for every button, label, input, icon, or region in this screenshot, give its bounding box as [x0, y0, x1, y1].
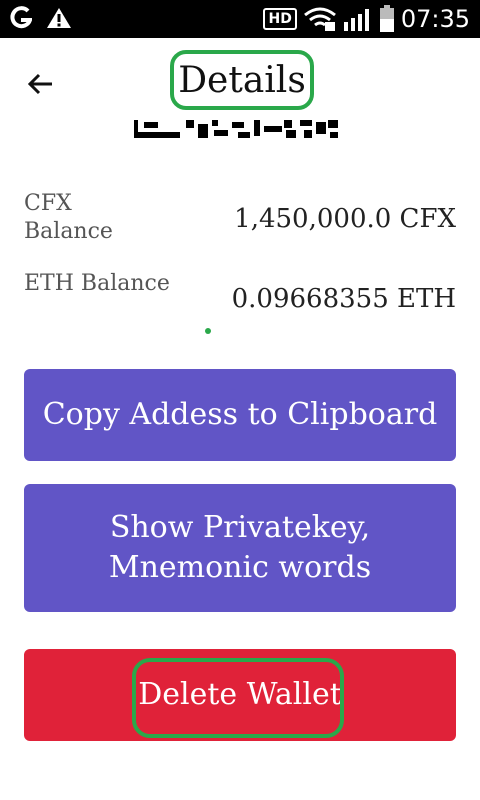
app-header: Details [0, 38, 480, 122]
clock: 07:35 [400, 5, 470, 33]
page-title-container: Details [170, 50, 314, 110]
eth-balance-value: 0.09668355 ETH [231, 284, 456, 314]
signal-icon [343, 9, 369, 31]
status-right-icons: HD 07:35 [263, 4, 470, 34]
delete-wallet-button[interactable]: Delete Wallet [24, 649, 456, 741]
page-title: Details [178, 59, 306, 101]
eth-balance-label: ETH Balance [24, 271, 170, 296]
qr-code-fragment [134, 120, 338, 138]
back-button[interactable] [18, 62, 62, 106]
copy-address-button[interactable]: Copy Addess to Clipboard [24, 369, 456, 461]
indicator-dot [205, 328, 211, 334]
hd-badge: HD [263, 8, 297, 30]
cfx-balance-value: 1,450,000.0 CFX [234, 204, 456, 234]
status-bar: HD 07:35 [0, 0, 480, 38]
show-privatekey-button[interactable]: Show Privatekey, Mnemonic words [24, 484, 456, 612]
arrow-left-icon [27, 73, 52, 95]
battery-icon [379, 5, 394, 32]
status-left-icons [10, 6, 72, 30]
cfx-balance-label: CFX Balance [24, 191, 113, 244]
warning-icon [47, 8, 71, 28]
wifi-icon [303, 7, 336, 31]
g-icon [10, 6, 32, 29]
